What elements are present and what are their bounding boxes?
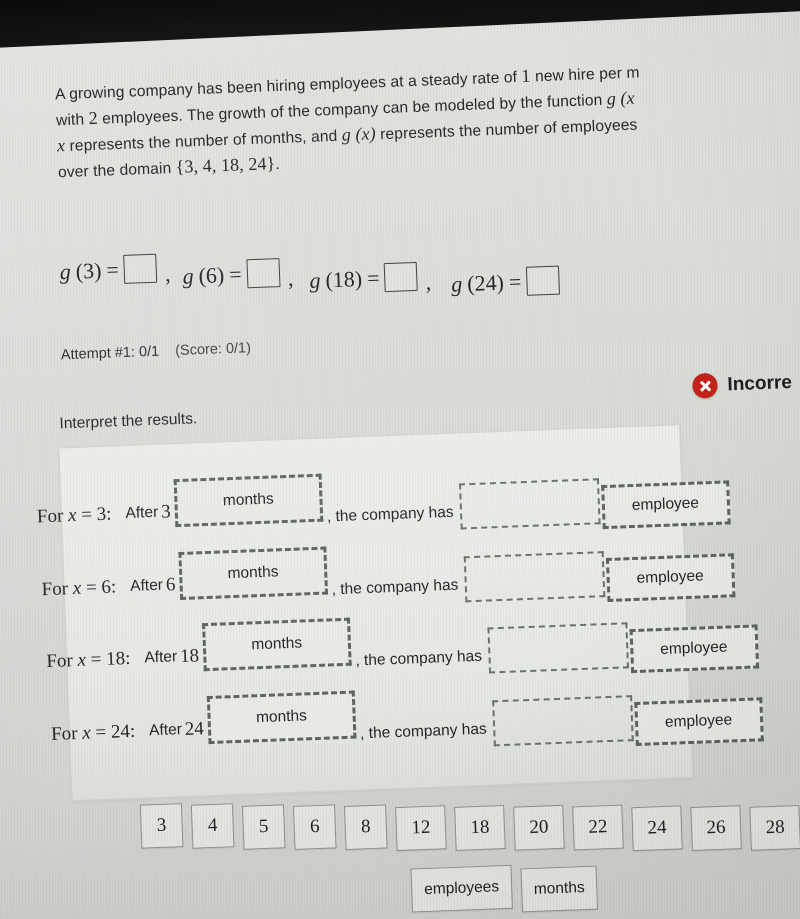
- evaluation-separator: ,: [164, 260, 171, 286]
- row-lead-equals: =: [80, 576, 102, 599]
- equals-sign: =: [228, 261, 243, 287]
- answer-tile-number[interactable]: 28: [749, 805, 800, 852]
- evaluation-term-3: g (24) =: [450, 265, 560, 299]
- row-lead-prefix: For: [45, 649, 78, 673]
- interpret-heading: Interpret the results.: [59, 410, 198, 433]
- problem-line-2-a: with: [55, 111, 89, 130]
- problem-domain-set: {3, 4, 18, 24}: [175, 153, 276, 177]
- row-lead: For x = 3:: [37, 504, 112, 529]
- answer-input-box-3[interactable]: [525, 265, 560, 296]
- row-lead-value: 18: [105, 648, 126, 670]
- answer-tile-number[interactable]: 3: [139, 803, 184, 849]
- unit-chip-months[interactable]: months: [201, 617, 352, 672]
- unit-chip-employees[interactable]: employee: [633, 696, 764, 746]
- verdict-badge: Incorre: [692, 370, 792, 399]
- answer-tile-number[interactable]: 20: [513, 804, 565, 851]
- row-lead-colon: :: [105, 503, 112, 525]
- answer-input-box-1[interactable]: [246, 258, 281, 289]
- row-lead-colon: :: [124, 647, 131, 670]
- row-lead-equals: =: [85, 648, 107, 671]
- problem-line-4-a: over the domain: [57, 159, 177, 182]
- equals-sign: =: [508, 268, 522, 294]
- count-drop-slot[interactable]: [486, 622, 629, 674]
- unit-chip-months[interactable]: months: [206, 690, 357, 744]
- row-after-number: 18: [179, 645, 200, 668]
- answer-tile-number[interactable]: 5: [241, 803, 286, 850]
- row-after-number: 6: [165, 573, 176, 596]
- row-middle-text: , the company has: [331, 576, 459, 598]
- photographed-screen: A growing company has been hiring employ…: [0, 0, 800, 919]
- answer-tile-word[interactable]: months: [520, 865, 599, 913]
- evaluation-argument: (6): [198, 261, 225, 288]
- answer-input-box-0[interactable]: [123, 253, 158, 284]
- equals-sign: =: [105, 256, 120, 283]
- problem-line-3-function: g (x): [341, 123, 377, 145]
- screen-surface: A growing company has been hiring employ…: [0, 0, 800, 919]
- problem-line-1-b: new hire per m: [530, 64, 640, 86]
- evaluation-term-2: g (18) =: [308, 261, 418, 295]
- attempt-score: (Score: 0/1): [174, 340, 252, 360]
- evaluation-function-name: g: [59, 258, 72, 284]
- evaluation-term-1: g (6) =: [182, 258, 281, 291]
- row-after-word: After: [144, 648, 178, 667]
- row-lead-equals: =: [76, 504, 98, 526]
- unit-chip-employees[interactable]: employee: [605, 552, 735, 602]
- verdict-label: Incorre: [727, 371, 793, 395]
- answer-tile-number[interactable]: 8: [344, 804, 388, 851]
- unit-chip-months[interactable]: months: [178, 546, 328, 600]
- evaluation-argument: (3): [75, 257, 102, 284]
- row-lead-equals: =: [90, 721, 112, 743]
- row-lead-prefix: For: [36, 505, 69, 528]
- row-middle-text: , the company has: [355, 647, 483, 670]
- row-middle-text: , the company has: [359, 720, 488, 742]
- evaluation-separator: ,: [287, 265, 294, 291]
- evaluation-function-name: g: [308, 267, 321, 293]
- row-after-number: 24: [184, 717, 205, 740]
- row-lead-colon: :: [110, 575, 117, 598]
- row-lead: For x = 24:: [51, 720, 136, 745]
- answer-tile-number[interactable]: 18: [454, 804, 506, 851]
- row-middle-text: , the company has: [326, 503, 454, 526]
- problem-line-4-b: .: [275, 155, 281, 174]
- unit-chip-employees[interactable]: employee: [629, 624, 759, 674]
- row-after-word: After: [148, 720, 183, 739]
- unit-chip-employees[interactable]: employee: [600, 480, 731, 530]
- row-lead: For x = 18:: [46, 648, 131, 673]
- row-lead: For x = 6:: [41, 576, 116, 601]
- problem-statement: A growing company has been hiring employ…: [55, 52, 800, 186]
- row-lead-prefix: For: [50, 722, 83, 745]
- count-drop-slot[interactable]: [463, 550, 605, 602]
- answer-tile-number[interactable]: 24: [631, 805, 683, 851]
- row-lead-colon: :: [129, 720, 136, 742]
- row-after-number: 3: [160, 501, 172, 523]
- answer-tile-number[interactable]: 26: [690, 805, 742, 852]
- answer-tile-number[interactable]: 22: [572, 804, 624, 851]
- error-circle-x-icon: [692, 372, 718, 399]
- evaluation-separator: ,: [425, 268, 432, 295]
- attempt-label: Attempt #1: 0/1: [60, 343, 160, 364]
- answer-tile-number[interactable]: 6: [292, 804, 337, 850]
- row-lead-prefix: For: [41, 577, 74, 600]
- page-content: A growing company has been hiring employ…: [1, 1, 800, 919]
- answer-tile-number[interactable]: 12: [395, 804, 447, 851]
- row-after-word: After: [125, 503, 159, 523]
- row-after-word: After: [129, 576, 164, 595]
- evaluation-argument: (18): [324, 265, 363, 292]
- function-evaluation-row: g (3) =, g (6) =, g (18) =, g (24) =: [59, 238, 569, 296]
- attempt-status: Attempt #1: 0/1 (Score: 0/1): [61, 340, 252, 363]
- answer-tile-number[interactable]: 4: [190, 803, 235, 850]
- evaluation-argument: (24): [466, 269, 505, 296]
- row-lead-value: 24: [110, 720, 131, 743]
- unit-chip-months[interactable]: months: [173, 473, 324, 528]
- evaluation-function-name: g: [450, 270, 463, 297]
- problem-line-2-function: g (x: [606, 87, 635, 109]
- evaluation-term-0: g (3) =: [59, 253, 158, 287]
- evaluation-function-name: g: [182, 262, 195, 289]
- count-drop-slot[interactable]: [491, 694, 634, 746]
- answer-tile-word[interactable]: employees: [410, 864, 513, 913]
- count-drop-slot[interactable]: [458, 478, 601, 530]
- equals-sign: =: [366, 264, 380, 291]
- answer-input-box-2[interactable]: [383, 261, 418, 293]
